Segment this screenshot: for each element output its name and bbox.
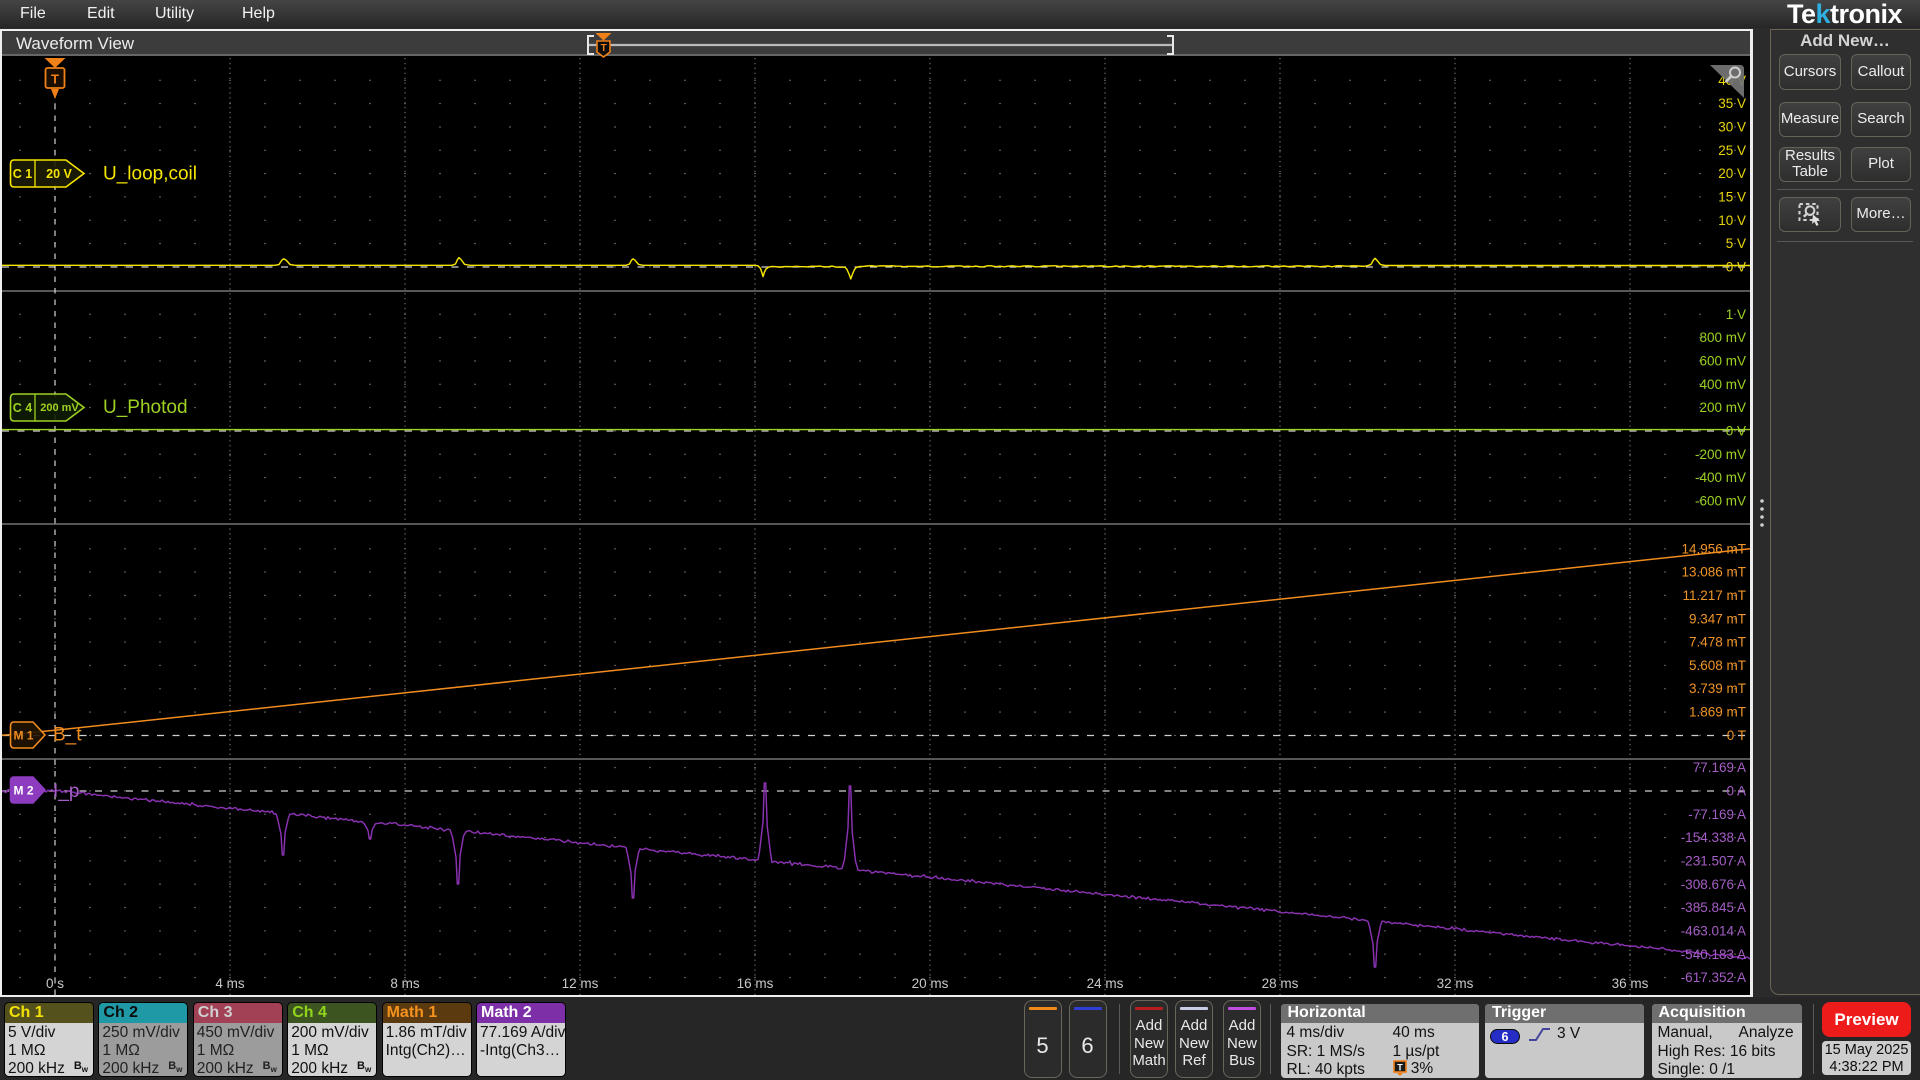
svg-text:24 ms: 24 ms [1087, 976, 1124, 991]
svg-text:M 1: M 1 [13, 729, 33, 743]
svg-text:11.217 mT: 11.217 mT [1682, 588, 1746, 603]
svg-text:0 s: 0 s [46, 976, 64, 991]
svg-text:5.608 mT: 5.608 mT [1689, 658, 1746, 673]
svg-text:9.347 mT: 9.347 mT [1689, 611, 1746, 626]
svg-text:-400 mV: -400 mV [1695, 470, 1746, 485]
svg-text:C 1: C 1 [13, 167, 33, 181]
svg-text:800 mV: 800 mV [1699, 330, 1746, 345]
svg-text:25 V: 25 V [1718, 143, 1746, 158]
svg-text:-308.676 A: -308.676 A [1681, 877, 1746, 892]
svg-text:1 V: 1 V [1726, 307, 1746, 322]
svg-text:200 mV: 200 mV [1699, 400, 1746, 415]
svg-text:-385.845 A: -385.845 A [1681, 900, 1746, 915]
svg-text:3.739 mT: 3.739 mT [1689, 681, 1746, 696]
svg-text:T: T [51, 71, 59, 86]
svg-text:-540.183 A: -540.183 A [1681, 947, 1746, 962]
svg-text:-77.169 A: -77.169 A [1688, 807, 1746, 822]
svg-text:77.169 A: 77.169 A [1693, 760, 1746, 775]
svg-text:30 V: 30 V [1718, 120, 1746, 135]
svg-text:U_Photod: U_Photod [103, 397, 188, 418]
svg-text:400 mV: 400 mV [1699, 377, 1746, 392]
svg-text:20 V: 20 V [46, 167, 72, 181]
svg-text:-154.338 A: -154.338 A [1681, 830, 1746, 845]
svg-text:-231.507 A: -231.507 A [1681, 854, 1746, 869]
svg-text:35 V: 35 V [1718, 96, 1746, 111]
svg-text:13.086 mT: 13.086 mT [1681, 565, 1746, 580]
svg-text:T: T [1397, 1062, 1403, 1072]
svg-text:B_t: B_t [53, 725, 82, 746]
svg-text:0 V: 0 V [1726, 424, 1746, 439]
svg-text:200 mV: 200 mV [40, 402, 79, 414]
svg-text:16 ms: 16 ms [737, 976, 774, 991]
svg-text:14.956 mT: 14.956 mT [1681, 541, 1746, 556]
svg-text:32 ms: 32 ms [1437, 976, 1474, 991]
svg-text:U_loop,coil: U_loop,coil [103, 164, 197, 185]
svg-text:I_p: I_p [53, 781, 79, 802]
svg-text:20 V: 20 V [1718, 166, 1746, 181]
svg-text:0 A: 0 A [1726, 784, 1746, 799]
svg-text:0 T: 0 T [1727, 728, 1746, 743]
svg-text:36 ms: 36 ms [1612, 976, 1649, 991]
svg-text:10 V: 10 V [1718, 213, 1746, 228]
svg-text:28 ms: 28 ms [1262, 976, 1299, 991]
svg-text:C 4: C 4 [13, 401, 33, 415]
svg-text:-617.352 A: -617.352 A [1681, 970, 1746, 985]
svg-text:8 ms: 8 ms [390, 976, 420, 991]
svg-text:-200 mV: -200 mV [1695, 447, 1746, 462]
svg-text:1.869 mT: 1.869 mT [1689, 705, 1746, 720]
svg-text:5 V: 5 V [1726, 236, 1746, 251]
svg-text:15 V: 15 V [1718, 190, 1746, 205]
svg-text:4 ms: 4 ms [215, 976, 245, 991]
svg-text:-463.014 A: -463.014 A [1681, 923, 1746, 938]
svg-text:0 V: 0 V [1726, 260, 1746, 275]
svg-text:12 ms: 12 ms [562, 976, 599, 991]
svg-text:M 2: M 2 [13, 784, 33, 798]
svg-text:T: T [601, 43, 607, 54]
svg-text:600 mV: 600 mV [1699, 354, 1746, 369]
svg-text:20 ms: 20 ms [912, 976, 949, 991]
svg-text:-600 mV: -600 mV [1695, 494, 1746, 509]
svg-text:7.478 mT: 7.478 mT [1689, 635, 1746, 650]
